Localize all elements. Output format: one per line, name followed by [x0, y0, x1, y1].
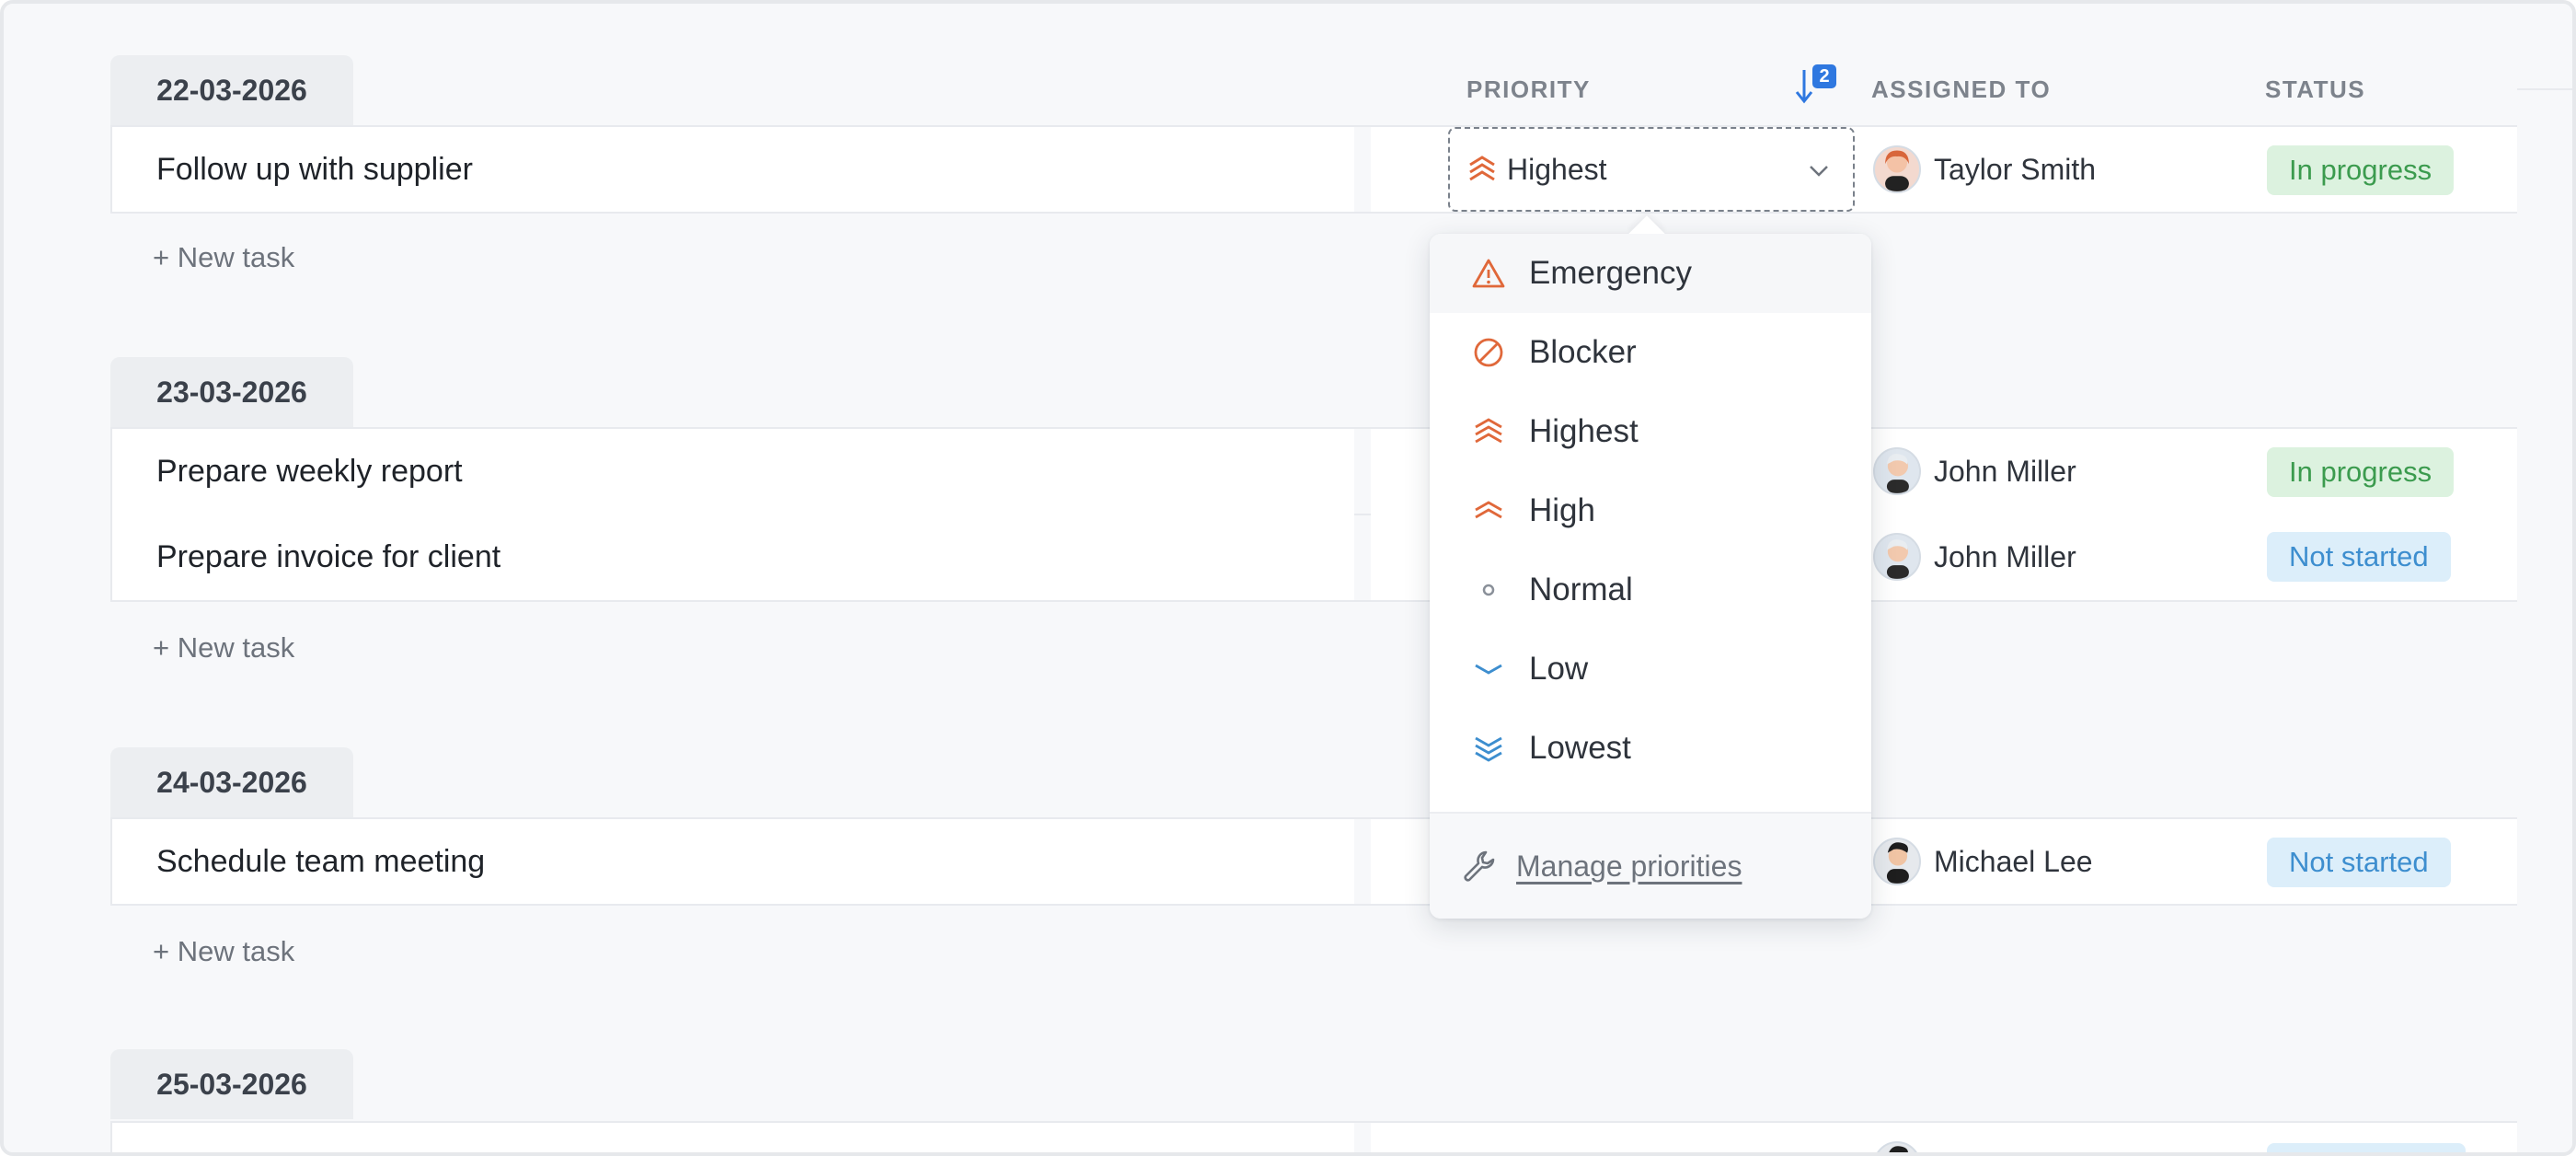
triple-chevron-up-icon	[1470, 413, 1507, 450]
priority-option-label: Normal	[1529, 572, 1633, 607]
new-task-button[interactable]: + New task	[153, 935, 294, 968]
assignee-name: Taylor Smith	[1934, 152, 2097, 186]
sort-descending-icon[interactable]	[1794, 66, 1814, 105]
priority-option-normal[interactable]: Normal	[1430, 550, 1871, 630]
assigned-to-column-header[interactable]: ASSIGNED TO	[1871, 75, 2051, 104]
manage-priorities-link[interactable]: Manage priorities	[1516, 850, 1742, 884]
priority-option-label: Low	[1529, 651, 1589, 687]
table-row[interactable]: Prepare invoice for client John Miller N…	[110, 514, 2517, 602]
group-date-header[interactable]: 24-03-2026	[110, 747, 353, 817]
header-divider	[2517, 88, 2572, 90]
priority-option-label: Blocker	[1529, 334, 1637, 370]
status-badge[interactable]: In progress	[2267, 447, 2455, 497]
sort-order-badge: 2	[1812, 64, 1836, 88]
priority-option-label: Highest	[1529, 413, 1639, 449]
table-row[interactable]: Schedule team meeting Michael Lee Not st…	[110, 817, 2517, 906]
table-row[interactable]: Follow up with supplier Taylor Smith In …	[110, 125, 2517, 214]
status-badge[interactable]: Not started	[2267, 532, 2451, 582]
task-title[interactable]: Prepare invoice for client	[110, 514, 1354, 600]
task-title[interactable]: Prepare weekly report	[110, 429, 1354, 514]
group-date-header[interactable]: 23-03-2026	[110, 357, 353, 427]
table-row[interactable]	[110, 1121, 2517, 1152]
table-row[interactable]: Prepare weekly report John Miller In pro…	[110, 427, 2517, 515]
triple-chevron-up-icon	[1469, 156, 1495, 181]
avatar	[1873, 838, 1921, 885]
avatar	[1873, 533, 1921, 581]
priority-option-label: Lowest	[1529, 730, 1631, 766]
wrench-icon	[1464, 850, 1495, 882]
assignee-name: John Miller	[1934, 454, 2076, 488]
priority-option-lowest[interactable]: Lowest	[1430, 709, 1871, 788]
new-task-button[interactable]: + New task	[153, 241, 294, 274]
priority-option-emergency[interactable]: Emergency	[1430, 234, 1871, 313]
chevron-down-icon[interactable]	[1805, 156, 1833, 184]
priority-select[interactable]: Highest	[1448, 127, 1855, 212]
manage-priorities-footer[interactable]: Manage priorities	[1430, 814, 1871, 919]
group-date-header[interactable]: 22-03-2026	[110, 55, 353, 125]
priority-option-blocker[interactable]: Blocker	[1430, 313, 1871, 392]
priority-option-highest[interactable]: Highest	[1430, 392, 1871, 471]
assignee-name: Michael Lee	[1934, 844, 2093, 878]
assignee-name: John Miller	[1934, 539, 2076, 573]
status-badge[interactable]: Not started	[2267, 838, 2451, 887]
new-task-button[interactable]: + New task	[153, 631, 294, 665]
task-title[interactable]	[110, 1123, 1354, 1152]
assignee-cell[interactable]	[1873, 1123, 1921, 1152]
status-column-header[interactable]: STATUS	[2265, 75, 2365, 104]
assignee-cell[interactable]: John Miller	[1873, 429, 2076, 514]
avatar	[1873, 145, 1921, 193]
priority-option-low[interactable]: Low	[1430, 630, 1871, 709]
task-board: PRIORITY 2 ASSIGNED TO STATUS 22-03-2026…	[0, 0, 2576, 1156]
task-title[interactable]: Schedule team meeting	[110, 819, 1354, 904]
priority-option-label: Emergency	[1529, 255, 1693, 291]
priority-option-label: High	[1529, 492, 1595, 528]
circle-icon	[1470, 572, 1507, 608]
assignee-cell[interactable]: John Miller	[1873, 514, 2076, 600]
blocked-icon	[1470, 334, 1507, 371]
task-title[interactable]: Follow up with supplier	[110, 127, 1354, 212]
priority-select-value: Highest	[1507, 152, 1607, 186]
assignee-cell[interactable]: Michael Lee	[1873, 819, 2093, 904]
avatar	[1873, 447, 1921, 495]
priority-option-high[interactable]: High	[1430, 471, 1871, 550]
double-chevron-up-icon	[1470, 492, 1507, 529]
status-badge[interactable]	[2267, 1143, 2466, 1152]
warning-icon	[1470, 255, 1507, 292]
group-date-header[interactable]: 25-03-2026	[110, 1049, 353, 1119]
chevron-down-icon	[1470, 651, 1507, 688]
priority-dropdown-menu: Emergency Blocker Highest High Normal Lo…	[1430, 215, 1871, 919]
triple-chevron-down-icon	[1470, 730, 1507, 767]
assignee-cell[interactable]: Taylor Smith	[1873, 127, 2096, 212]
avatar	[1873, 1141, 1921, 1152]
status-badge[interactable]: In progress	[2267, 145, 2455, 195]
priority-column-header[interactable]: PRIORITY	[1466, 75, 1591, 104]
